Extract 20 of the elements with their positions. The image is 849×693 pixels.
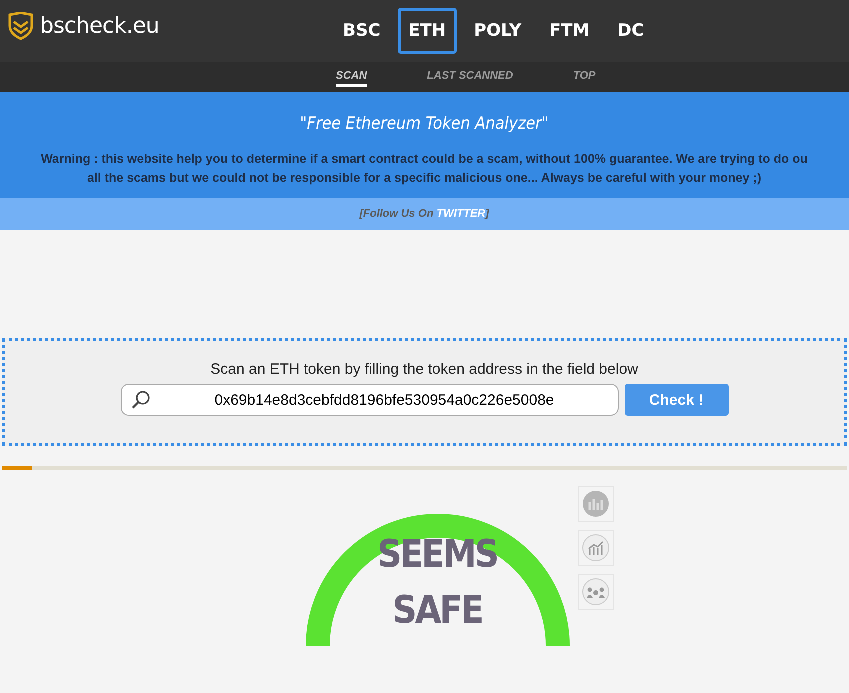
address-input-field[interactable]: 0x69b14e8d3cebfdd8196bfe530954a0c226e5008e xyxy=(120,384,618,416)
shield-logo-icon xyxy=(8,12,34,40)
follow-text: [Follow Us On TWITTER] xyxy=(360,208,490,220)
nav-tab[interactable]: TOP xyxy=(573,68,596,86)
chain-tab[interactable]: FTM xyxy=(538,8,601,54)
scan-instruction: Scan an ETH token by filling the token address in the field below xyxy=(210,361,638,378)
warning-text: all the scams but we could not be responsible for a specific malicious one... Always be careful with your money ;) xyxy=(86,170,762,187)
chain-tab[interactable]: POLY xyxy=(463,8,533,54)
chain-tab[interactable]: DC xyxy=(606,8,656,54)
bar-chart-icon[interactable] xyxy=(578,530,614,566)
people-icon[interactable] xyxy=(578,574,614,610)
banner-title: "Free Ethereum Token Analyzer" xyxy=(299,114,550,134)
site-logo-text[interactable]: bscheck.eu xyxy=(40,14,160,38)
chain-tab[interactable]: ETH xyxy=(398,8,458,54)
chart-icon[interactable] xyxy=(578,486,614,522)
nav-tab[interactable]: LAST SCANNED xyxy=(427,68,514,86)
warning-text: Warning : this website help you to determine if a smart contract could be a scam, without 100% guarantee. We are trying to do ou xyxy=(40,151,809,168)
nav-tab[interactable]: SCAN xyxy=(336,68,368,86)
verdict-text: SEEMS SAFE xyxy=(378,531,498,634)
chain-tab[interactable]: BSC xyxy=(332,8,392,54)
